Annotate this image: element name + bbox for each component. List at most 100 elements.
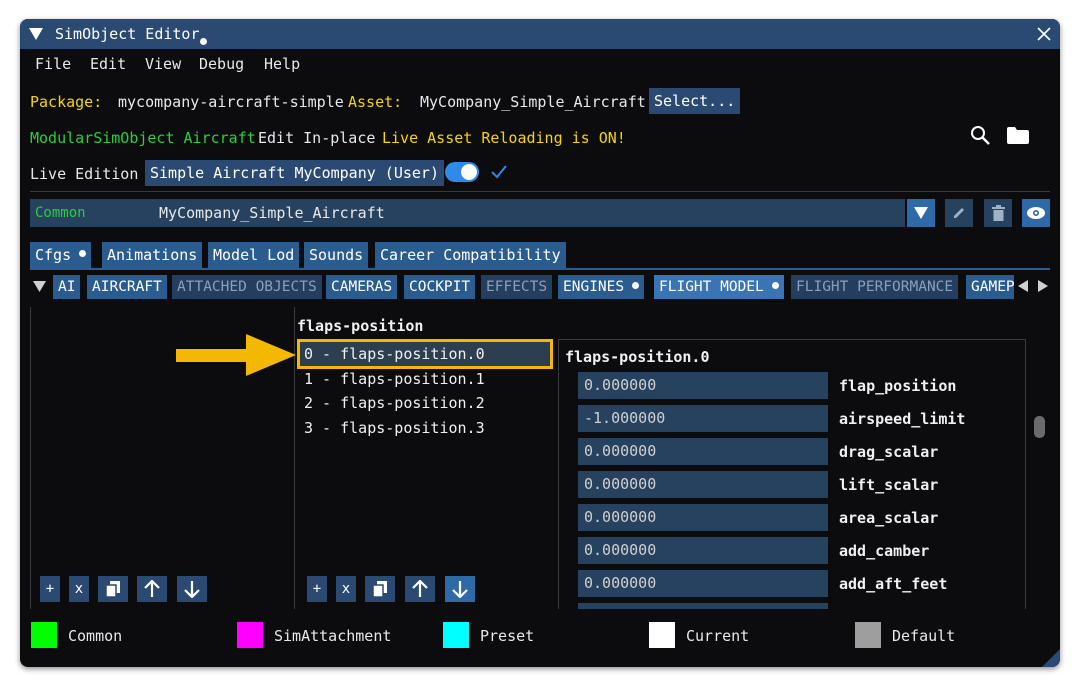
folder-icon[interactable]: [1007, 127, 1029, 144]
legend-swatch-default: [855, 622, 881, 648]
tab-career-compatibility[interactable]: Career Compatibility: [375, 242, 566, 268]
legend-label-preset: Preset: [480, 627, 535, 645]
resize-grip-icon[interactable]: [1042, 649, 1060, 667]
move-up-button[interactable]: [405, 576, 435, 602]
tab-cfgs-label: Cfgs: [35, 246, 72, 264]
object-selector[interactable]: Common MyCompany_Simple_Aircraft: [30, 199, 905, 227]
pencil-icon: [954, 208, 964, 218]
add-button[interactable]: +: [307, 576, 327, 602]
dropdown-button[interactable]: [907, 199, 935, 227]
tab-flight-performance[interactable]: FLIGHT PERFORMANCE: [791, 275, 959, 299]
package-label: Package:: [30, 93, 103, 111]
trash-icon: [992, 205, 1005, 221]
airspeed-limit-field[interactable]: -1.000000: [578, 405, 828, 432]
tab-engines[interactable]: ENGINES: [558, 275, 645, 299]
next-field-partial: [578, 603, 828, 609]
list-item[interactable]: 3 - flaps-position.3: [304, 419, 485, 437]
delete-button[interactable]: [984, 199, 1012, 227]
area-scalar-label: area_scalar: [839, 509, 939, 527]
modified-dot-icon: [632, 281, 640, 289]
lift-scalar-field[interactable]: 0.000000: [578, 471, 828, 498]
scroll-left-icon[interactable]: [1018, 280, 1028, 292]
asset-label: Asset:: [348, 93, 403, 111]
move-up-button[interactable]: [137, 576, 167, 602]
section-header: flaps-position: [297, 317, 424, 335]
drag-scalar-field[interactable]: 0.000000: [578, 438, 828, 465]
add-aft-feet-field[interactable]: 0.000000: [578, 570, 828, 597]
menu-view[interactable]: View: [145, 55, 181, 73]
legend-label-common: Common: [68, 627, 123, 645]
scroll-right-icon[interactable]: [1038, 280, 1048, 292]
flap-position-field[interactable]: 0.000000: [578, 372, 828, 399]
tab-effects[interactable]: EFFECTS: [481, 275, 553, 299]
edit-button[interactable]: [945, 199, 973, 227]
tab-flight-model-label: FLIGHT MODEL: [659, 279, 764, 295]
tab-ai[interactable]: AI: [53, 275, 81, 299]
tab-model-lod[interactable]: Model Lod: [208, 242, 300, 268]
copy-button[interactable]: [98, 576, 128, 602]
tab-cfgs[interactable]: Cfgs: [30, 242, 92, 268]
arrow-down-icon: [452, 581, 468, 599]
remove-button[interactable]: x: [69, 576, 89, 602]
move-down-button[interactable]: [177, 576, 207, 602]
list-item[interactable]: 1 - flaps-position.1: [304, 370, 485, 388]
object-category: Common: [35, 205, 86, 221]
drag-scalar-label: drag_scalar: [839, 443, 939, 461]
tab-cockpit[interactable]: COCKPIT: [404, 275, 476, 299]
tab-animations[interactable]: Animations: [102, 242, 203, 268]
object-type: ModularSimObject Aircraft: [30, 129, 256, 147]
tab-attached-objects[interactable]: ATTACHED OBJECTS: [172, 275, 322, 299]
modified-dot-icon: [771, 281, 779, 289]
tab-sounds[interactable]: Sounds: [304, 242, 369, 268]
area-scalar-field[interactable]: 0.000000: [578, 504, 828, 531]
menu-help[interactable]: Help: [264, 55, 300, 73]
legend-swatch-current: [649, 622, 675, 648]
eye-icon: [1027, 207, 1045, 219]
lift-scalar-label: lift_scalar: [839, 476, 939, 494]
window-title: SimObject Editor: [55, 25, 200, 43]
menu-edit[interactable]: Edit: [90, 55, 126, 73]
menu-debug[interactable]: Debug: [199, 55, 244, 73]
menu-file[interactable]: File: [35, 55, 71, 73]
select-button[interactable]: Select...: [649, 88, 741, 114]
legend-label-simattachment: SimAttachment: [274, 627, 392, 645]
arrow-down-icon: [184, 581, 200, 599]
live-edition-selection[interactable]: Simple Aircraft MyCompany (User): [145, 160, 444, 186]
check-icon: [491, 165, 507, 179]
move-down-button[interactable]: [445, 576, 475, 602]
live-edition-label: Live Edition: [30, 165, 139, 183]
legend-swatch-preset: [443, 622, 469, 648]
search-icon[interactable]: [970, 125, 990, 145]
legend-label-current: Current: [686, 627, 750, 645]
unsaved-dot-icon: [200, 38, 207, 45]
edit-mode: Edit In-place: [258, 129, 376, 147]
add-camber-field[interactable]: 0.000000: [578, 537, 828, 564]
remove-button[interactable]: x: [336, 576, 356, 602]
list-item[interactable]: 0 - flaps-position.0: [304, 345, 485, 363]
visibility-button[interactable]: [1022, 199, 1050, 227]
collapse-tabs-icon[interactable]: [33, 281, 46, 292]
live-edition-toggle[interactable]: [445, 162, 479, 182]
scrollbar-thumb[interactable]: [1034, 416, 1045, 438]
highlight-arrow-icon: [176, 334, 296, 376]
modified-dot-icon: [79, 250, 87, 257]
close-icon[interactable]: [1037, 27, 1051, 41]
simobject-editor-window: SimObject Editor File Edit View Debug He…: [20, 19, 1060, 667]
flap-position-label: flap_position: [839, 377, 957, 395]
arrow-up-icon: [144, 579, 160, 597]
chevron-down-icon: [914, 207, 928, 219]
package-value: mycompany-aircraft-simple: [118, 93, 344, 111]
triangle-down-icon[interactable]: [29, 28, 43, 40]
copy-button[interactable]: [365, 576, 395, 602]
tab-aircraft[interactable]: AIRCRAFT: [87, 275, 167, 299]
add-camber-label: add_camber: [839, 542, 930, 560]
legend-swatch-common: [31, 622, 57, 648]
add-aft-feet-label: add_aft_feet: [839, 575, 948, 593]
selected-item-header: flaps-position.0: [565, 348, 710, 366]
tab-engines-label: ENGINES: [563, 279, 625, 295]
add-button[interactable]: +: [40, 576, 60, 602]
list-item[interactable]: 2 - flaps-position.2: [304, 394, 485, 412]
tab-cameras[interactable]: CAMERAS: [326, 275, 398, 299]
tab-gameplay[interactable]: GAMEP: [966, 275, 1014, 299]
tab-flight-model[interactable]: FLIGHT MODEL: [654, 275, 784, 299]
